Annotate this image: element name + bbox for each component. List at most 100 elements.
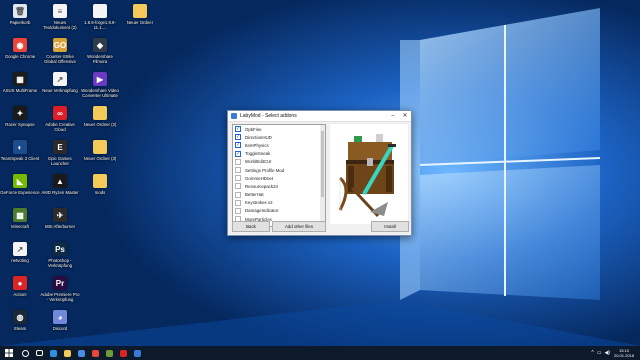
desktop-icon-razer[interactable]: ✦ Razer Synapse [0,106,40,127]
desktop-icon-amd[interactable]: ▲ AMD Ryzen Master [40,174,80,195]
taskbar-task-view-button[interactable] [32,346,46,360]
desktop-icon-label: mods [94,190,106,195]
addon-row[interactable]: ✓ OptiFine [233,125,325,133]
desktop-icon-teamspeak[interactable]: ◐ TeamSpeak 3 Client [0,140,40,161]
desktop-icon-folder[interactable]: Neuer Ordner (3) [80,140,120,161]
back-button[interactable]: Back [232,221,270,232]
addon-row[interactable]: ✓ ItemPhysics [233,141,325,149]
desktop-icon-video-converter[interactable]: ▶ Wondershare Video Converter Ultimate [80,72,120,98]
desktop-icon-label: Neues Textdokument (2) [43,20,77,30]
network-icon[interactable]: ▭ [597,350,602,356]
taskbar-store-button[interactable] [74,346,88,360]
addon-row[interactable]: ✓ DirectionHUD [233,133,325,141]
addon-name: GommeHDnet [245,175,274,181]
installer-icon [133,349,141,357]
start-button[interactable] [0,346,18,360]
desktop-icon-csgo[interactable]: GO Counter-Strike Global Offensive [40,38,80,64]
desktop-icon-geforce[interactable]: ◣ GeForce Experience [0,174,40,195]
addon-checkbox[interactable] [235,199,241,206]
desktop-icon-label: Papierkorb [9,20,31,25]
addon-name: Resourcepack24 [245,183,278,189]
addon-row[interactable]: ✓ ToggleSneak [233,150,325,158]
action-icon: ● [13,276,27,290]
addon-row[interactable]: Settings Profile Mod [233,166,325,174]
addon-checkbox[interactable]: ✓ [235,134,241,141]
addon-name: OptiFine [245,126,262,132]
taskbar-installer-button[interactable] [130,346,144,360]
taskbar-opera-button[interactable] [116,346,130,360]
desktop-icon-shortcut[interactable]: ↗ Neue Verknüpfung [40,72,80,93]
asus-icon: ▦ [13,72,27,86]
desktop-icon-label: Discord [52,326,68,331]
taskbar-chrome-button[interactable] [88,346,102,360]
desktop-icon-msi-afterburner[interactable]: ✈ MSI Afterburner [40,208,80,229]
addon-row[interactable]: GommeHDnet [233,174,325,182]
recycle-bin-icon: 🗑 [13,4,27,18]
addon-row[interactable]: DamageIndicator [233,207,325,215]
desktop-icon-label: Steam [13,326,27,331]
desktop-icon-netvoting[interactable]: ↗ netvoting [0,242,40,263]
desktop-icon-folder[interactable]: Neuer Ordner (2) [80,106,120,127]
desktop-icon-file[interactable]: 1.8.9-forge1.8.9-11.1.... [80,4,120,30]
taskbar-edge-button[interactable] [46,346,60,360]
tray-overflow-icon[interactable]: ^ [591,350,593,356]
video-converter-icon: ▶ [93,72,107,86]
labymod-addon-dialog: LabyMod - Select addons – ✕ ✓ OptiFine ✓ Di… [227,110,412,236]
taskbar-search-button[interactable] [18,346,32,360]
addon-checkbox[interactable]: ✓ [235,126,241,133]
desktop-icon-epic-games[interactable]: E Epic Games Launcher [40,140,80,166]
volume-icon[interactable]: ◀) [604,350,610,356]
desktop-icon-folder[interactable]: mods [80,174,120,195]
taskbar-clock[interactable]: 15:10 20.01.2018 [614,348,634,358]
addon-checkbox[interactable] [235,167,241,174]
addon-row[interactable]: Keystrokes v2 [233,199,325,207]
addon-name: BetterHat [245,192,264,198]
close-button[interactable]: ✕ [399,111,411,121]
amd-icon: ▲ [53,174,67,188]
desktop-icon-label: Neue Verknüpfung [42,88,78,93]
premiere-icon: Pr [53,276,67,290]
addon-checkbox[interactable] [235,191,241,198]
dialog-titlebar[interactable]: LabyMod - Select addons – ✕ [228,111,411,122]
addon-row[interactable]: Resourcepack24 [233,182,325,190]
desktop-icon-filmora[interactable]: ◆ Wondershare Filmora [80,38,120,64]
desktop-icon-discord[interactable]: ◕ Discord [40,310,80,331]
addon-checkbox[interactable] [235,207,241,214]
desktop-icon-photoshop[interactable]: Ps Photoshop - Verknüpfung [40,242,80,268]
minimize-button[interactable]: – [387,111,399,121]
addon-row[interactable]: BetterHat [233,191,325,199]
desktop-icon-asus[interactable]: ▦ ASUS MultiFrame [0,72,40,93]
desktop-icon-label: Counter-Strike Global Offensive [44,54,76,64]
addon-checkbox[interactable] [235,183,241,190]
desktop-icon-chrome[interactable]: ◉ Google Chrome [0,38,40,59]
desktop-icon-recycle-bin[interactable]: 🗑 Papierkorb [0,4,40,25]
addon-checkbox[interactable]: ✓ [235,142,241,149]
desktop-icon-label: AMD Ryzen Master [41,190,79,195]
desktop-icon-label: MSI Afterburner [44,224,76,229]
steam-icon: ◍ [13,310,27,324]
desktop-icon-steam[interactable]: ◍ Steam [0,310,40,331]
addon-checkbox[interactable] [235,175,241,182]
dialog-title: LabyMod - Select addons [240,113,297,119]
scrollbar-thumb[interactable] [321,131,324,197]
taskbar-minecraft-button[interactable] [102,346,116,360]
desktop-icon-minecraft[interactable]: ▩ Minecraft [0,208,40,229]
chrome-icon: ◉ [13,38,27,52]
addon-checkbox[interactable] [235,158,241,165]
desktop-icon-text-file[interactable]: ≡ Neues Textdokument (2) [40,4,80,30]
desktop-icon-folder[interactable]: Neuer Ordner [120,4,160,25]
addon-list-scrollbar[interactable] [320,125,325,226]
taskbar-file-explorer-button[interactable] [60,346,74,360]
addon-checkbox[interactable]: ✓ [235,150,241,157]
desktop-icon-creative-cloud[interactable]: ∞ Adobe Creative Cloud [40,106,80,132]
addon-row[interactable]: WorldEditCUI [233,158,325,166]
labymod-icon [231,113,237,119]
file-icon [93,4,107,18]
install-button[interactable]: Install [371,221,409,232]
photoshop-icon: Ps [53,242,67,256]
desktop-icon-action[interactable]: ● Action! [0,276,40,297]
desktop-icon-label: Razer Synapse [5,122,35,127]
folder-icon [133,4,147,18]
add-other-files-button[interactable]: Add other files [272,221,326,232]
desktop-icon-premiere[interactable]: Pr Adobe Premiere Pro - Verknüpfung [40,276,80,302]
